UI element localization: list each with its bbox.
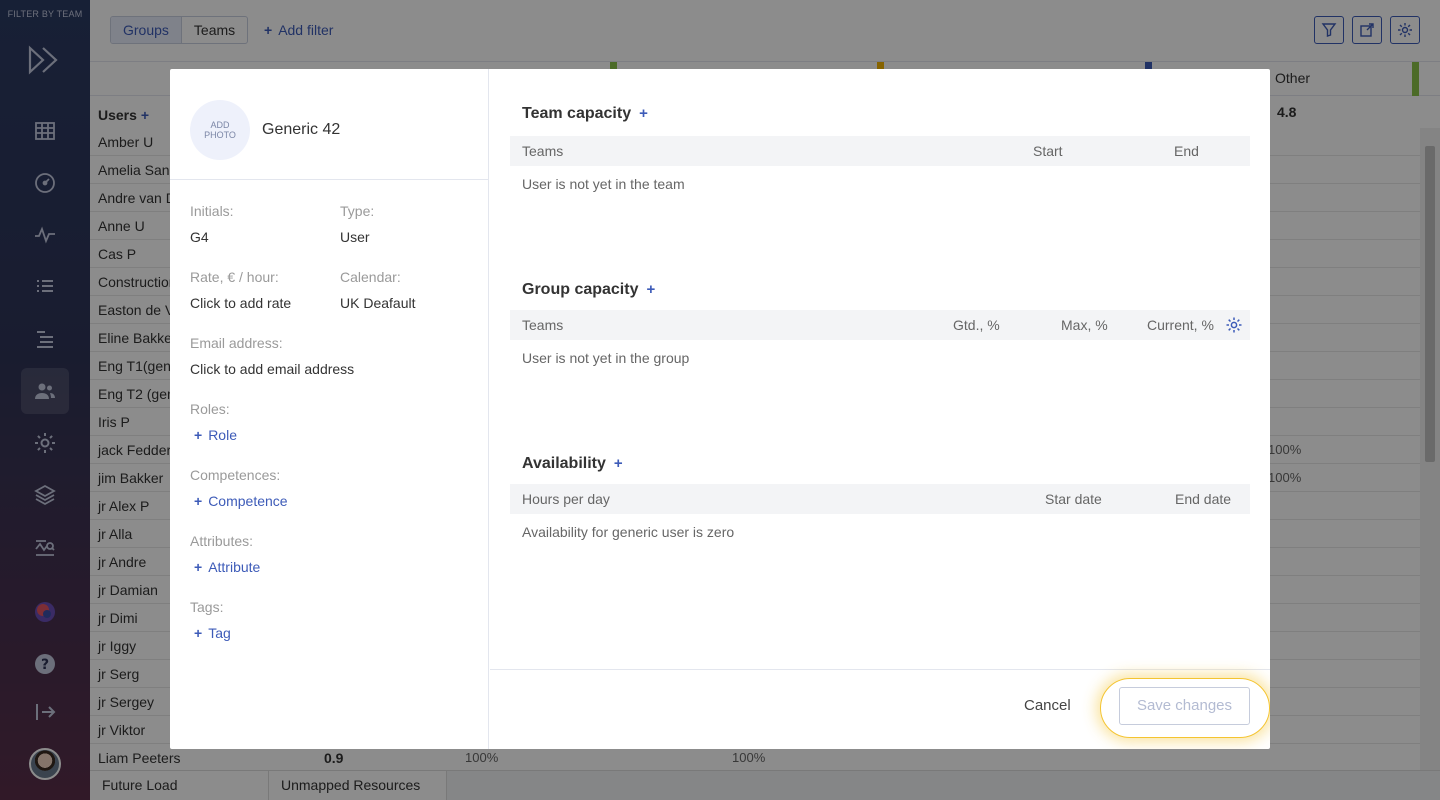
col-current: Current, %	[1147, 317, 1214, 333]
group-capacity-empty: User is not yet in the group	[522, 350, 690, 366]
column-settings-icon[interactable]	[1225, 316, 1243, 337]
add-team-capacity-icon[interactable]: +	[639, 105, 648, 122]
calendar-value[interactable]: UK Deafault	[340, 295, 415, 311]
col-teams: Teams	[522, 317, 564, 333]
add-role-label: Role	[208, 427, 237, 443]
photo-label-line2: PHOTO	[204, 130, 236, 140]
capacity-panel: Team capacity + Teams Start End User is n…	[490, 69, 1270, 749]
email-label: Email address:	[190, 335, 283, 351]
type-value[interactable]: User	[340, 229, 370, 245]
add-competence-button[interactable]: + Competence	[194, 493, 288, 509]
add-role-button[interactable]: + Role	[194, 427, 237, 443]
team-capacity-label: Team capacity	[522, 105, 632, 122]
availability-label: Availability	[522, 455, 606, 472]
group-capacity-table-header: Teams Gtd., % Max, % Current, %	[510, 310, 1250, 340]
group-capacity-label: Group capacity	[522, 281, 639, 298]
photo-label-line1: ADD	[210, 120, 230, 130]
team-capacity-table-header: Teams Start End	[510, 136, 1250, 166]
add-group-capacity-icon[interactable]: +	[646, 281, 655, 298]
email-value[interactable]: Click to add email address	[190, 361, 354, 377]
add-attribute-button[interactable]: + Attribute	[194, 559, 260, 575]
add-tag-label: Tag	[208, 625, 231, 641]
save-changes-button[interactable]: Save changes	[1119, 687, 1250, 725]
col-end: End	[1174, 143, 1199, 159]
col-hours-per-day: Hours per day	[522, 491, 610, 507]
col-teams: Teams	[522, 143, 564, 159]
add-tag-button[interactable]: + Tag	[194, 625, 231, 641]
add-attribute-label: Attribute	[208, 559, 261, 575]
col-end-date: End date	[1175, 491, 1232, 507]
rate-value[interactable]: Click to add rate	[190, 295, 291, 311]
team-capacity-title: Team capacity +	[522, 105, 654, 123]
availability-empty: Availability for generic user is zero	[522, 524, 735, 540]
col-max: Max, %	[1061, 317, 1108, 333]
user-header: ADD PHOTO Generic 42	[170, 69, 489, 180]
add-photo-button[interactable]: ADD PHOTO	[190, 100, 250, 160]
user-name[interactable]: Generic 42	[262, 121, 340, 139]
rate-label: Rate, € / hour:	[190, 269, 279, 285]
type-label: Type:	[340, 203, 375, 219]
col-start-date: Star date	[1045, 491, 1102, 507]
initials-label: Initials:	[190, 203, 234, 219]
calendar-label: Calendar:	[340, 269, 401, 285]
attributes-label: Attributes:	[190, 533, 254, 549]
user-info-panel: ADD PHOTO Generic 42 Initials: G4 Type: …	[170, 69, 489, 749]
competences-label: Competences:	[190, 467, 281, 483]
user-details-modal: ADD PHOTO Generic 42 Initials: G4 Type: …	[170, 69, 1270, 749]
add-availability-icon[interactable]: +	[614, 455, 623, 472]
availability-title: Availability +	[522, 455, 629, 473]
group-capacity-title: Group capacity +	[522, 281, 661, 299]
col-start: Start	[1033, 143, 1063, 159]
roles-label: Roles:	[190, 401, 230, 417]
modal-footer: Cancel Save changes	[490, 669, 1270, 749]
initials-value[interactable]: G4	[190, 229, 209, 245]
add-competence-label: Competence	[208, 493, 288, 509]
col-gtd: Gtd., %	[953, 317, 1000, 333]
tags-label: Tags:	[190, 599, 224, 615]
cancel-button[interactable]: Cancel	[1024, 697, 1071, 714]
availability-table-header: Hours per day Star date End date	[510, 484, 1250, 514]
team-capacity-empty: User is not yet in the team	[522, 176, 685, 192]
